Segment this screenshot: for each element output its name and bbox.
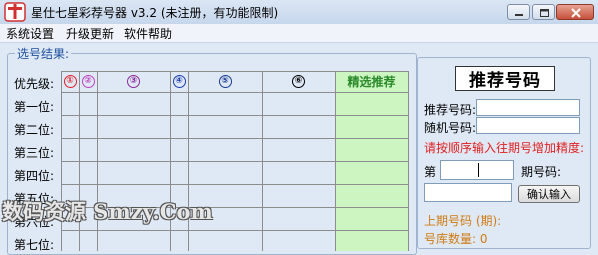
window-title: 星仕七星彩荐号器 v3.2 (未注册，有功能限制) [31,6,279,20]
close-icon [571,8,581,18]
menu-help[interactable]: 软件帮助 [124,25,172,42]
row-label-1: 第一位: [14,100,55,114]
title-bar: 星仕七星彩荐号器 v3.2 (未注册，有功能限制) [0,0,598,25]
random-code-label: 随机号码: [424,121,477,135]
recommend-code-field[interactable] [476,99,580,116]
text-cursor [478,163,479,177]
last-period-label: 上期号码 (期): [424,214,502,228]
column-header-5: ⑤ [188,71,262,92]
maximize-icon [540,9,549,17]
row-label-3: 第三位: [14,146,55,160]
menu-system-settings[interactable]: 系统设置 [6,25,54,42]
period-prefix: 第 [424,165,437,179]
column-number-3: ③ [127,75,140,88]
column-header-2: ② [79,71,97,92]
recommend-button[interactable]: 推荐号码 [455,66,555,91]
maximize-button[interactable] [532,4,555,20]
menu-upgrade[interactable]: 升级更新 [66,25,114,42]
period-code-field[interactable] [424,183,512,202]
column-number-6: ⑥ [292,75,305,88]
row-label-7: 第七位: [14,238,55,252]
column-header-1: ① [61,71,79,92]
row-label-2: 第二位: [14,123,55,137]
results-group-title: 选号结果: [15,45,72,62]
watermark: 数码资源 Smzy.Com [2,199,213,224]
featured-header: 精选推荐 [347,75,396,89]
column-number-4: ④ [172,75,186,88]
column-header-3: ③ [97,71,170,92]
period-number-field[interactable] [440,160,514,180]
confirm-input-button[interactable]: 确认输入 [518,185,580,203]
minimize-button[interactable] [507,4,530,20]
column-number-1: ① [63,75,77,88]
period-code-label: 期号码: [521,165,562,179]
close-button[interactable] [556,4,594,20]
column-header-4: ④ [170,71,188,92]
pool-count-label: 号库数量: 0 [424,232,488,246]
column-number-5: ⑤ [218,75,232,88]
recommend-code-label: 推荐号码: [424,103,477,117]
app-icon [4,2,26,22]
column-header-6: ⑥ [262,71,335,92]
input-hint: 请按顺序输入往期号增加精度: [424,141,585,155]
random-code-field[interactable] [476,117,580,134]
menu-bar: 系统设置 升级更新 软件帮助 [0,24,598,43]
minimize-icon [515,14,523,16]
column-number-2: ② [81,75,95,88]
row-label-4: 第四位: [14,169,55,183]
priority-label: 优先级: [14,77,55,91]
